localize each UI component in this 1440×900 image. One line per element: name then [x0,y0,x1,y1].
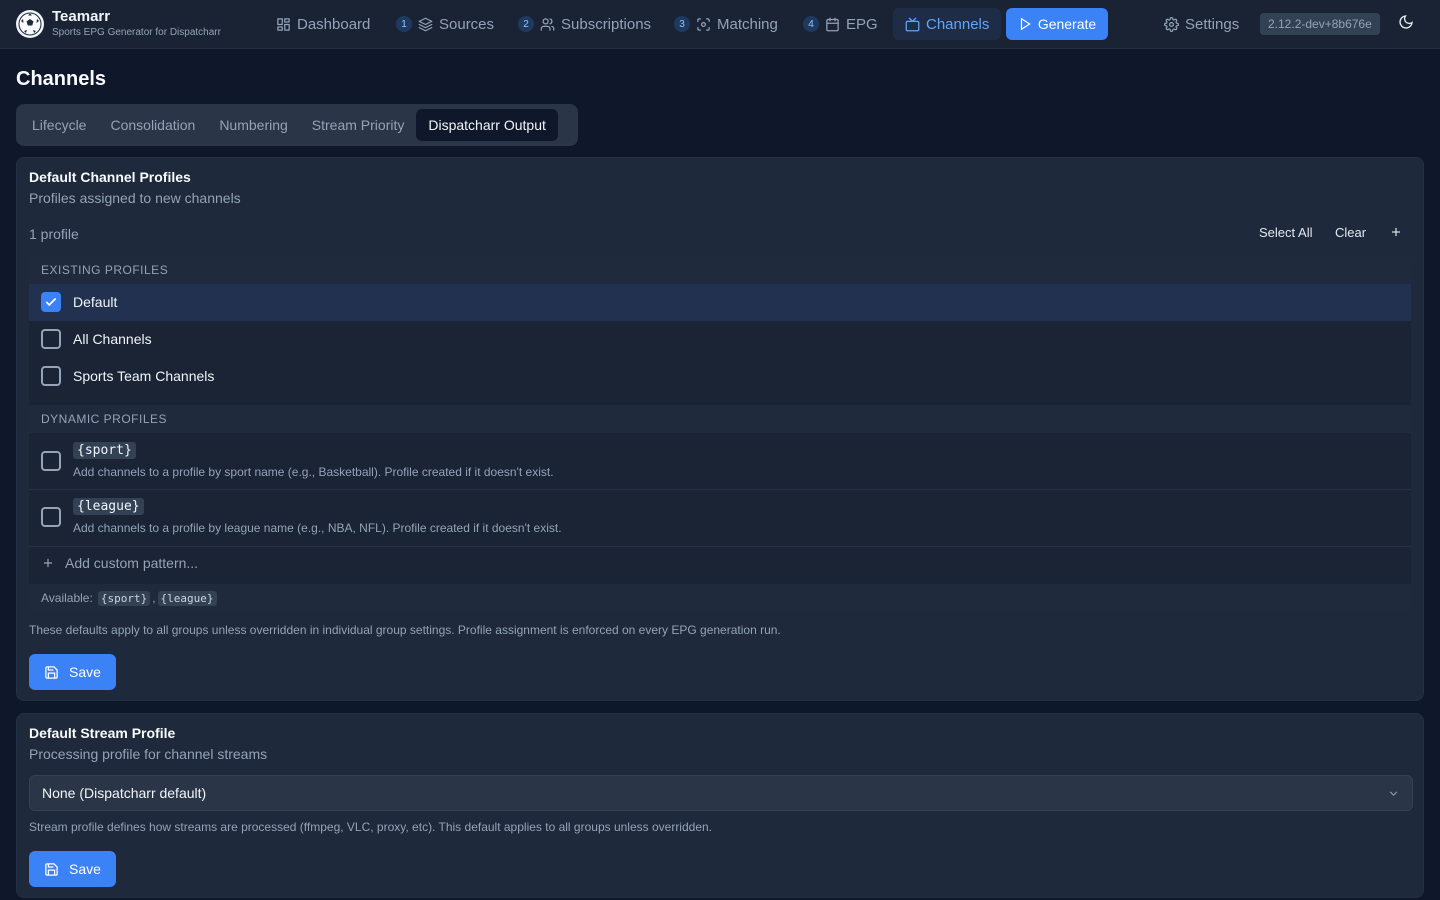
profile-label: Sports Team Channels [73,368,215,384]
available-tokens: Available: {sport}, {league} [29,584,1411,612]
chevron-down-icon [1389,791,1398,796]
nav-epg[interactable]: 4 EPG [797,8,884,40]
save-label: Save [69,861,101,877]
gear-icon [1164,16,1179,32]
nav-channels-label: Channels [926,15,990,33]
scan-icon [697,17,710,31]
profiles-note: These defaults apply to all groups unles… [29,623,781,637]
nav-epg-label: EPG [846,15,878,33]
nav-sources[interactable]: 1 Sources [390,8,500,40]
profile-label: Default [73,294,118,310]
profile-row-default[interactable]: Default [29,284,1411,321]
nav-sources-label: Sources [439,15,495,33]
nav-channels[interactable]: Channels [893,8,1002,40]
play-icon [1020,17,1031,31]
stream-profile-select[interactable]: None (Dispatcharr default) [29,775,1413,811]
nav-matching-label: Matching [717,15,778,33]
tab-dispatcharr-output[interactable]: Dispatcharr Output [416,109,558,141]
card-title: Default Stream Profile [29,725,176,741]
profile-checkbox[interactable] [41,329,61,349]
tab-stream-priority[interactable]: Stream Priority [300,109,417,141]
token-tag: {league} [157,590,217,606]
profile-count: 1 profile [29,226,79,242]
nav-dashboard-label: Dashboard [297,15,371,33]
moon-icon [1399,15,1413,29]
app-title: Teamarr [52,8,111,25]
profile-row-all-channels[interactable]: All Channels [29,321,1411,358]
save-stream-profile-button[interactable]: Save [29,851,116,887]
pattern-description: Add channels to a profile by sport name … [73,465,554,479]
tab-consolidation[interactable]: Consolidation [98,109,207,141]
users-icon [540,17,555,31]
card-description: Processing profile for channel streams [29,746,268,762]
page-title: Channels [16,68,107,90]
default-channel-profiles-card: Default Channel Profiles Profiles assign… [16,157,1424,701]
token-separator: , [152,591,156,605]
save-label: Save [69,664,101,680]
profile-checkbox[interactable] [41,451,61,471]
generate-label: Generate [1037,16,1097,32]
dashboard-icon [277,17,290,31]
generate-button[interactable]: Generate [1006,8,1108,40]
version-badge: 2.12.2-dev+8b676e [1260,13,1380,35]
save-icon [45,665,58,679]
check-icon [45,297,57,307]
add-custom-pattern-button[interactable]: Add custom pattern... [41,555,198,571]
dynamic-profile-row-sport[interactable]: {sport} Add channels to a profile by spo… [29,433,1411,489]
clear-button[interactable]: Clear [1335,225,1366,240]
step-badge: 3 [674,16,690,32]
save-icon [45,862,58,876]
nav-subscriptions-label: Subscriptions [561,15,652,33]
add-profile-button[interactable] [1389,225,1405,241]
add-custom-label: Add custom pattern... [65,555,199,571]
nav-settings[interactable]: Settings [1158,8,1245,40]
token-tag: {sport} [97,590,151,606]
dynamic-profiles-heading: DYNAMIC PROFILES [29,405,1411,433]
profile-checkbox[interactable] [41,292,61,312]
tv-icon [905,17,920,31]
select-value: None (Dispatcharr default) [42,785,207,801]
profile-checkbox[interactable] [41,507,61,527]
profile-label: All Channels [73,331,152,347]
nav-subscriptions[interactable]: 2 Subscriptions [512,8,657,40]
plus-icon [43,558,53,568]
plus-icon [1391,227,1401,237]
theme-toggle-button[interactable] [1398,14,1418,34]
nav-matching[interactable]: 3 Matching [668,8,784,40]
pattern-tag: {sport} [73,442,136,459]
nav-dashboard[interactable]: Dashboard [270,8,376,40]
soccer-ball-logo-icon [16,9,44,38]
app-subtitle: Sports EPG Generator for Dispatcharr [52,27,221,38]
calendar-icon [826,17,839,31]
step-badge: 1 [396,16,412,32]
tab-lifecycle[interactable]: Lifecycle [20,109,98,141]
step-badge: 4 [803,16,819,32]
brand[interactable]: Teamarr Sports EPG Generator for Dispatc… [16,8,221,39]
top-navigation-bar: Teamarr Sports EPG Generator for Dispatc… [0,0,1440,49]
pattern-description: Add channels to a profile by league name… [73,521,562,535]
existing-profiles-heading: EXISTING PROFILES [29,256,1411,284]
stream-profile-note: Stream profile defines how streams are p… [29,820,713,834]
card-title: Default Channel Profiles [29,169,191,185]
select-all-button[interactable]: Select All [1259,225,1312,240]
profile-checkbox[interactable] [41,366,61,386]
card-description: Profiles assigned to new channels [29,190,241,206]
step-badge: 2 [518,16,534,32]
profile-row-sports-team-channels[interactable]: Sports Team Channels [29,358,1411,395]
profile-list: EXISTING PROFILES Default All Channels S… [29,256,1411,612]
nav-settings-label: Settings [1185,15,1240,33]
layers-icon [418,17,433,31]
divider [29,546,1411,547]
dynamic-profile-row-league[interactable]: {league} Add channels to a profile by le… [29,490,1411,546]
save-profiles-button[interactable]: Save [29,654,116,690]
tab-numbering[interactable]: Numbering [207,109,299,141]
available-label: Available: [41,591,93,605]
default-stream-profile-card: Default Stream Profile Processing profil… [16,713,1424,898]
tab-bar: Lifecycle Consolidation Numbering Stream… [16,104,578,146]
pattern-tag: {league} [73,498,144,515]
